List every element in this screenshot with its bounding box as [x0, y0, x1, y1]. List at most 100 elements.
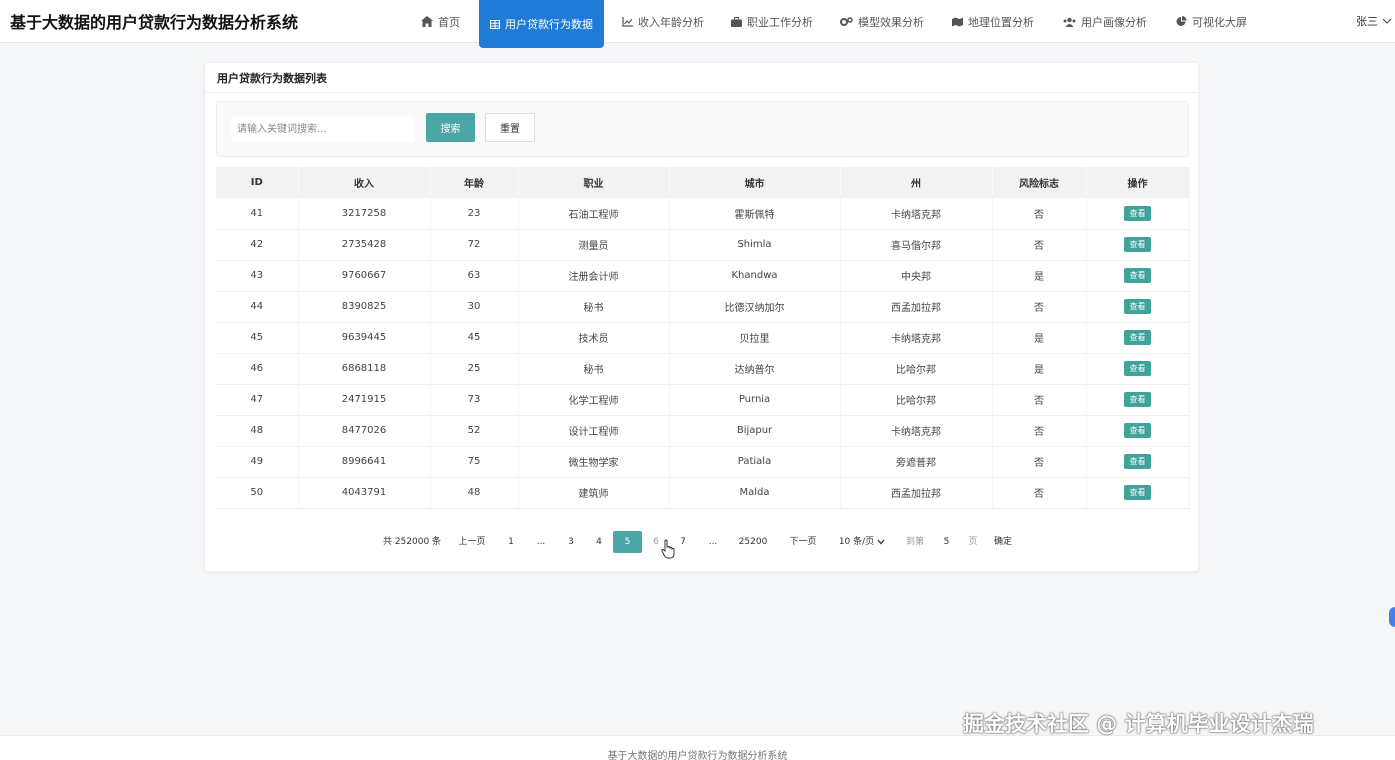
cell-city: 达纳普尔 — [669, 353, 841, 385]
cell-action: 查看 — [1086, 477, 1190, 509]
cell-city: Patiala — [669, 446, 841, 478]
cell-risk-flag: 是 — [992, 353, 1087, 385]
cell-id: 49 — [216, 446, 299, 478]
cell-occupation: 设计工程师 — [518, 415, 670, 447]
hand-cursor-icon — [661, 539, 675, 559]
table-row: 50 4043791 48 建筑师 Malda 西孟加拉邦 否 查看 — [216, 477, 1190, 509]
cell-state: 西孟加拉邦 — [840, 291, 993, 323]
goto-page-input[interactable]: 5 — [932, 531, 961, 553]
view-button[interactable]: 查看 — [1124, 237, 1151, 252]
cell-risk-flag: 否 — [992, 446, 1087, 478]
cell-age: 25 — [430, 353, 519, 385]
pagination-ellipsis[interactable]: ... — [699, 531, 727, 553]
nav-loan-data[interactable]: 用户贷款行为数据 — [479, 0, 604, 48]
table-icon — [490, 19, 500, 29]
cell-age: 63 — [430, 260, 519, 292]
cell-id: 41 — [216, 198, 299, 230]
view-button[interactable]: 查看 — [1124, 299, 1151, 314]
cell-action: 查看 — [1086, 198, 1190, 230]
view-button[interactable]: 查看 — [1124, 361, 1151, 376]
nav-loan-data-label: 用户贷款行为数据 — [505, 18, 593, 31]
cell-age: 30 — [430, 291, 519, 323]
cell-action: 查看 — [1086, 291, 1190, 323]
chevron-down-icon — [877, 539, 885, 545]
table-row: 49 8996641 75 微生物学家 Patiala 旁遮普邦 否 查看 — [216, 446, 1190, 478]
reset-button[interactable]: 重置 — [485, 113, 535, 142]
nav-occupation[interactable]: 职业工作分析 — [731, 0, 813, 43]
pagination-page[interactable]: 3 — [558, 531, 584, 553]
nav-geo-label: 地理位置分析 — [968, 15, 1034, 29]
view-button[interactable]: 查看 — [1124, 392, 1151, 407]
pagination-page[interactable]: 25200 — [730, 531, 776, 553]
cell-age: 23 — [430, 198, 519, 230]
header-occupation: 职业 — [518, 167, 670, 198]
goto-suffix: 页 — [968, 537, 978, 547]
cell-occupation: 微生物学家 — [518, 446, 670, 478]
cell-action: 查看 — [1086, 260, 1190, 292]
pagination-page-current[interactable]: 5 — [613, 531, 642, 553]
nav-geo[interactable]: 地理位置分析 — [952, 0, 1034, 43]
search-button[interactable]: 搜索 — [426, 113, 475, 142]
nav-user-profile[interactable]: 用户画像分析 — [1063, 0, 1147, 43]
cell-income: 8390825 — [298, 291, 431, 323]
table-row: 44 8390825 30 秘书 比德汉纳加尔 西孟加拉邦 否 查看 — [216, 291, 1190, 323]
header-action: 操作 — [1086, 167, 1190, 198]
view-button[interactable]: 查看 — [1124, 454, 1151, 469]
page-size-select[interactable]: 10 条/页 — [832, 531, 892, 553]
side-float-button[interactable] — [1389, 607, 1395, 627]
pagination-ellipsis[interactable]: ... — [527, 531, 555, 553]
search-input[interactable] — [231, 116, 414, 142]
view-button[interactable]: 查看 — [1124, 268, 1151, 283]
table-row: 47 2471915 73 化学工程师 Purnia 比哈尔邦 否 查看 — [216, 384, 1190, 416]
header-income: 收入 — [298, 167, 431, 198]
view-button[interactable]: 查看 — [1124, 330, 1151, 345]
cell-occupation: 秘书 — [518, 353, 670, 385]
cell-occupation: 建筑师 — [518, 477, 670, 509]
cell-id: 46 — [216, 353, 299, 385]
cell-occupation: 化学工程师 — [518, 384, 670, 416]
table-row: 45 9639445 45 技术员 贝拉里 卡纳塔克邦 是 查看 — [216, 322, 1190, 354]
nav-big-screen-label: 可视化大屏 — [1192, 15, 1247, 29]
cell-income: 8996641 — [298, 446, 431, 478]
cell-risk-flag: 否 — [992, 477, 1087, 509]
view-button[interactable]: 查看 — [1124, 485, 1151, 500]
cell-city: Malda — [669, 477, 841, 509]
cell-state: 喜马偕尔邦 — [840, 229, 993, 261]
nav-model-effect[interactable]: 模型效果分析 — [840, 0, 924, 43]
cell-action: 查看 — [1086, 415, 1190, 447]
view-button[interactable]: 查看 — [1124, 423, 1151, 438]
data-list-card: 用户贷款行为数据列表 搜索 重置 ID 收入 年龄 职业 城市 州 风险标志 操… — [204, 62, 1199, 572]
nav-big-screen[interactable]: 可视化大屏 — [1176, 0, 1247, 43]
nav-user-profile-label: 用户画像分析 — [1081, 15, 1147, 29]
pagination-next[interactable]: 下一页 — [780, 531, 826, 553]
footer-text: 基于大数据的用户贷款行为数据分析系统 — [607, 751, 788, 760]
nav-income-age-label: 收入年龄分析 — [638, 15, 704, 29]
cell-state: 旁遮普邦 — [840, 446, 993, 478]
nav-home[interactable]: 首页 — [421, 0, 460, 43]
user-menu[interactable]: 张三 — [1356, 13, 1392, 29]
cell-id: 50 — [216, 477, 299, 509]
cell-state: 卡纳塔克邦 — [840, 415, 993, 447]
goto-confirm-button[interactable]: 确定 — [987, 531, 1019, 553]
cell-id: 44 — [216, 291, 299, 323]
cell-action: 查看 — [1086, 353, 1190, 385]
table-row: 43 9760667 63 注册会计师 Khandwa 中央邦 是 查看 — [216, 260, 1190, 292]
table-row: 46 6868118 25 秘书 达纳普尔 比哈尔邦 是 查看 — [216, 353, 1190, 385]
view-button[interactable]: 查看 — [1124, 205, 1151, 221]
cell-occupation: 技术员 — [518, 322, 670, 354]
cell-income: 4043791 — [298, 477, 431, 509]
cell-risk-flag: 否 — [992, 384, 1087, 416]
header-id: ID — [216, 167, 299, 198]
nav-income-age[interactable]: 收入年龄分析 — [622, 0, 704, 43]
cell-risk-flag: 是 — [992, 260, 1087, 292]
cell-occupation: 测量员 — [518, 229, 670, 261]
user-name: 张三 — [1356, 15, 1378, 28]
pagination-page[interactable]: 4 — [586, 531, 612, 553]
cell-state: 比哈尔邦 — [840, 353, 993, 385]
pagination-prev[interactable]: 上一页 — [450, 531, 494, 553]
cell-action: 查看 — [1086, 229, 1190, 261]
briefcase-icon — [731, 16, 742, 27]
pagination-page[interactable]: 1 — [499, 531, 523, 553]
pagination-total: 共 252000 条 — [382, 537, 442, 547]
cell-city: 贝拉里 — [669, 322, 841, 354]
